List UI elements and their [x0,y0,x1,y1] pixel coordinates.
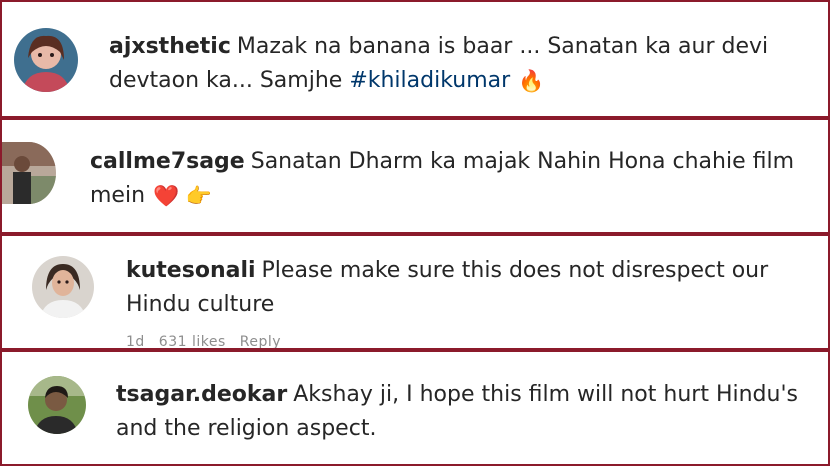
avatar[interactable] [2,142,56,204]
comment-username[interactable]: kutesonali [126,258,256,283]
comment-body: kutesonali Please make sure this does not… [126,254,816,322]
avatar[interactable] [14,28,78,92]
comment-username[interactable]: tsagar.deokar [116,382,287,407]
comment-likes[interactable]: 631 likes [159,334,226,348]
comment-body: ajxsthetic Mazak na banana is baar ... Sa… [109,30,809,98]
comment-meta: 1d 631 likes Reply [126,334,295,350]
reply-button[interactable]: Reply [240,334,281,348]
comment-card: tsagar.deokar Akshay ji, I hope this film… [0,350,830,466]
comment-body: callme7sage Sanatan Dharm ka majak Nahin … [90,145,828,213]
comment-time: 1d [126,334,145,350]
comment-card: callme7sage Sanatan Dharm ka majak Nahin … [0,118,830,234]
comment-username[interactable]: ajxsthetic [109,34,231,59]
comment-body: tsagar.deokar Akshay ji, I hope this film… [116,378,806,446]
avatar[interactable] [28,376,86,434]
hashtag-link[interactable]: #khiladikumar [349,68,510,93]
heart-pointing-emoji-icon: ❤️ 👉 [153,184,213,208]
comment-card: ajxsthetic Mazak na banana is baar ... Sa… [0,0,830,118]
comment-card: kutesonali Please make sure this does not… [0,234,830,350]
fire-emoji-icon: 🔥 [518,69,545,93]
comment-username[interactable]: callme7sage [90,149,245,174]
avatar[interactable] [32,256,94,318]
